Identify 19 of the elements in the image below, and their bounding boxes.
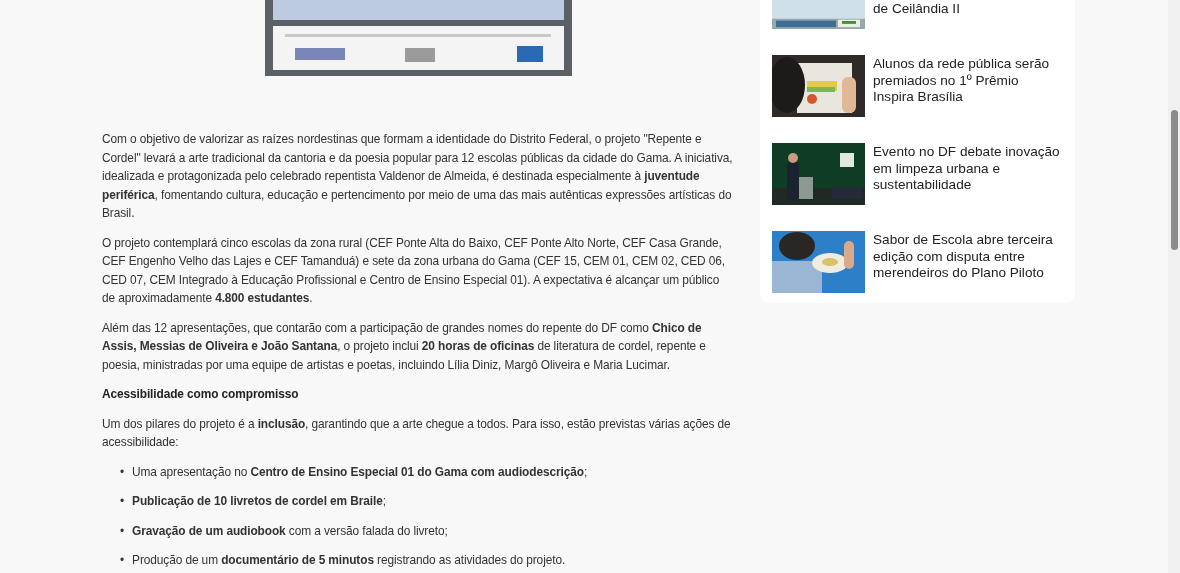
list-item: Gravação de um audiobook com a versão falada do livreto;	[132, 522, 448, 540]
paragraph: Além das 12 apresentações, que contarão com a participação de grandes nomes do repente do DF como Chico de Assis, Messias de Oliveira e João Santana, o projeto inclui 20 horas de oficinas de literatura de cordel, repente e poesia, ministradas por uma equipe de artistas e poetas, incluindo Lília Diniz, Margô Oliveira e Maria Lucimar.	[102, 319, 707, 374]
paragraph: O projeto contemplará cinco escolas da zona rural (CEF Ponte Alta do Baixo, CEF Ponte Alto Norte, CEF Casa Grande, CEF Engenho Velho das Lajes e CEF Tamanduá) e sete da zona urbana do Gama (CEF 15, CEM 01, CEM 02, CED 06, CED 07, CEM Integrado à Educação Profissional e Centro de Ensino Especial 01). A expectativa é alcançar um público de aproximadamente 4.800 estudantes.	[102, 234, 727, 307]
news-link[interactable]: de Ceilândia II	[873, 1, 960, 18]
bullet: •	[120, 493, 125, 510]
list-item: Uma apresentação no Centro de Ensino Especial 01 do Gama com audiodescrição;	[132, 463, 588, 481]
list-item: Produção de um documentário de 5 minutos registrando as atividades do projeto.	[132, 552, 566, 569]
news-link[interactable]: Alunos da rede pública serão premiados no 1º Prêmio Inspira Brasília	[873, 56, 1063, 106]
paragraph: Com o objetivo de valorizar as raízes nordestinas que formam a identidade do Distrito Federal, o projeto "Repente e Cordel" levará a arte tradicional da cantoria e da poesia popular para 12 escolas públicas da cidade do Gama. A iniciativa, idealizada e protagonizada pelo celebrado repentista Valdenor de Almeida, é destinada especialmente à juventude periférica, fomentando cultura, educação e pertencimento por meio de uma das mais autênticas expressões artísticas do Brasil.	[102, 131, 734, 222]
news-link[interactable]: Evento no DF debate inovação em limpeza urbana e sustentabilidade	[873, 144, 1063, 194]
scrollbar-thumb[interactable]	[1171, 110, 1178, 250]
scrollbar[interactable]	[1168, 0, 1180, 573]
list-item: Publicação de 10 livretos de cordel em Braile;	[132, 493, 386, 510]
bullet: •	[120, 552, 125, 569]
bullet: •	[120, 522, 125, 540]
bullet: •	[120, 463, 125, 481]
news-link[interactable]: Sabor de Escola abre terceira edição com disputa entre merendeiros do Plano Piloto	[873, 232, 1063, 282]
section-heading: Acessibilidade como compromisso	[102, 386, 300, 403]
paragraph: Um dos pilares do projeto é a inclusão, garantindo que a arte chegue a todos. Para isso, estão previstas várias ações de acessibilidade:	[102, 415, 732, 451]
